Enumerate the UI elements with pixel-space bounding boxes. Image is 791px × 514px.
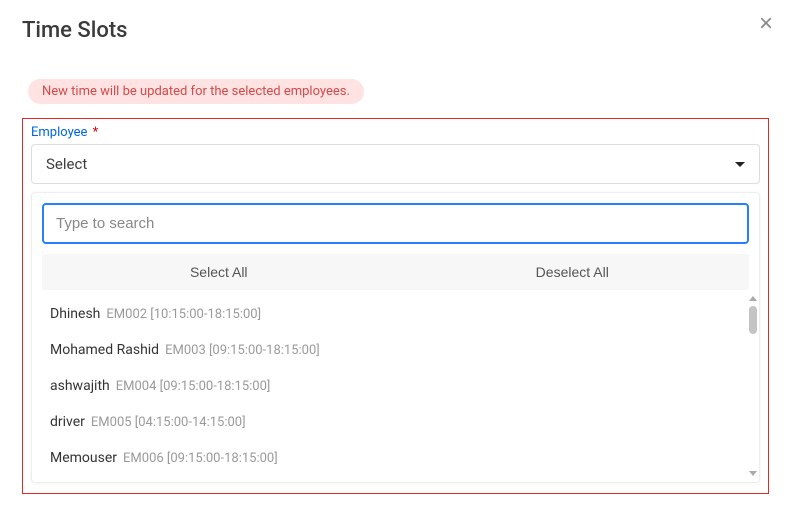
scroll-down-icon	[749, 471, 757, 476]
employee-label: Employee *	[31, 125, 760, 140]
employee-option[interactable]: Dhinesh EM002 [10:15:00-18:15:00]	[32, 296, 759, 332]
option-meta: EM004 [09:15:00-18:15:00]	[116, 379, 271, 394]
info-banner: New time will be updated for the selecte…	[28, 79, 364, 104]
employee-option[interactable]: driver EM005 [04:15:00-14:15:00]	[32, 404, 759, 440]
options-wrapper: Dhinesh EM002 [10:15:00-18:15:00] Mohame…	[32, 290, 759, 482]
option-name: Mohamed Rashid	[50, 342, 159, 358]
employee-option[interactable]: Memouser EM006 [09:15:00-18:15:00]	[32, 440, 759, 476]
select-placeholder: Select	[46, 155, 87, 173]
option-name: Dhinesh	[50, 306, 100, 322]
employee-option[interactable]: Mohamed Rashid EM003 [09:15:00-18:15:00]	[32, 332, 759, 368]
select-action-row: Select All Deselect All	[42, 254, 749, 290]
modal-title: Time Slots	[22, 18, 769, 43]
option-meta: EM003 [09:15:00-18:15:00]	[165, 343, 320, 358]
employee-form-box: Employee * Select Select All Deselect Al…	[22, 118, 769, 494]
employee-label-text: Employee	[31, 125, 87, 140]
options-list[interactable]: Dhinesh EM002 [10:15:00-18:15:00] Mohame…	[32, 290, 759, 482]
employee-option[interactable]: ashwajith EM004 [09:15:00-18:15:00]	[32, 368, 759, 404]
option-meta: EM002 [10:15:00-18:15:00]	[106, 307, 261, 322]
option-meta: EM006 [09:15:00-18:15:00]	[123, 451, 278, 466]
required-asterisk: *	[93, 125, 99, 140]
option-name: driver	[50, 414, 85, 430]
select-all-button[interactable]: Select All	[42, 254, 396, 290]
scroll-up-icon	[749, 296, 757, 301]
search-wrapper	[32, 203, 759, 254]
search-input[interactable]	[42, 203, 749, 244]
scroll-thumb[interactable]	[749, 306, 757, 334]
deselect-all-button[interactable]: Deselect All	[396, 254, 750, 290]
close-button[interactable]: ×	[759, 12, 773, 36]
option-name: Memouser	[50, 450, 117, 466]
employee-select[interactable]: Select	[31, 144, 760, 184]
chevron-down-icon	[735, 162, 745, 167]
scrollbar[interactable]	[749, 296, 757, 476]
employee-dropdown-panel: Select All Deselect All Dhinesh EM002 [1…	[31, 192, 760, 483]
option-meta: EM005 [04:15:00-14:15:00]	[91, 415, 246, 430]
option-name: ashwajith	[50, 378, 110, 394]
time-slots-modal: × Time Slots New time will be updated fo…	[0, 0, 791, 512]
